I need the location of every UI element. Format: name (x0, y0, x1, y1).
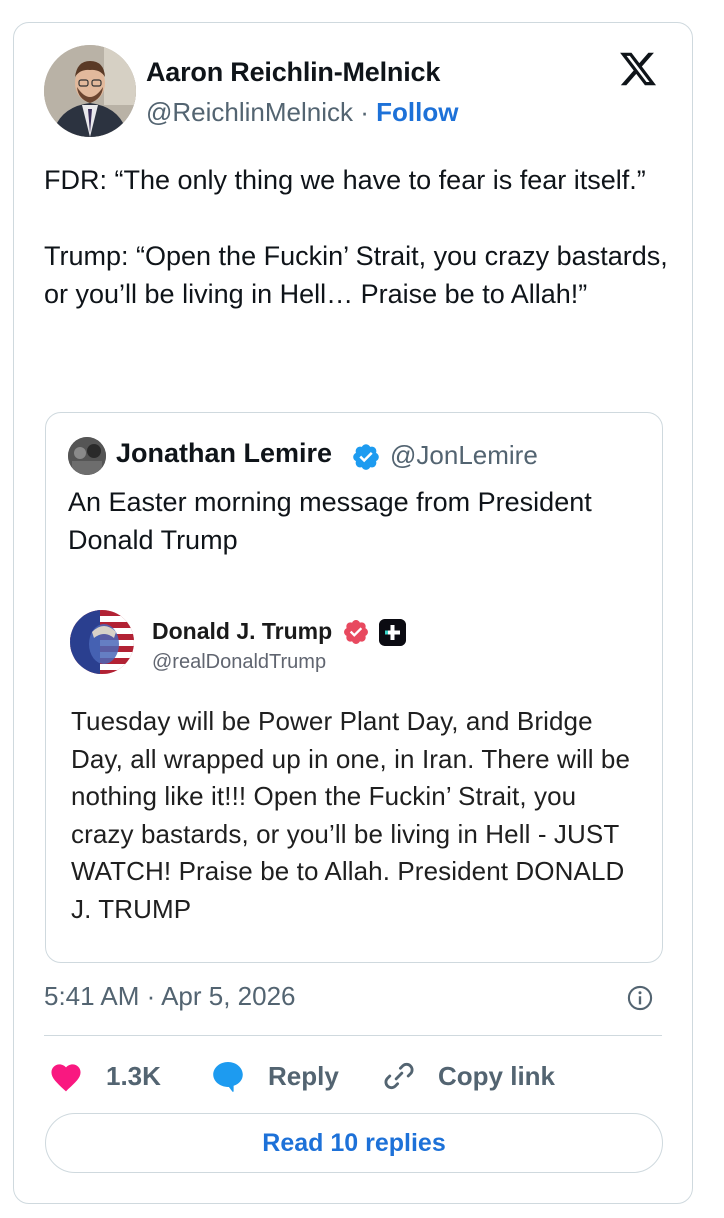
author-handle[interactable]: @ReichlinMelnick (146, 97, 353, 127)
separator-dot: · (360, 97, 369, 127)
reply-bubble-icon (213, 1061, 243, 1092)
verified-badge-icon (353, 444, 379, 470)
copy-link-button[interactable]: Copy link (382, 1059, 555, 1093)
tweet-text: FDR: “The only thing we have to fear is … (44, 165, 668, 309)
verified-badge-icon (344, 620, 368, 644)
quoted-avatar[interactable] (68, 437, 106, 475)
plus-badge-icon (379, 619, 406, 646)
embedded-avatar (70, 610, 134, 674)
heart-icon (51, 1064, 81, 1092)
quoted-text: An Easter morning message from President… (68, 487, 592, 555)
embedded-post-text: Tuesday will be Power Plant Day, and Bri… (71, 706, 631, 924)
embedded-author-handle: @realDonaldTrump (152, 651, 327, 673)
reply-label: Reply (268, 1060, 339, 1091)
author-avatar[interactable] (44, 45, 136, 137)
quoted-author-handle[interactable]: @JonLemire (390, 440, 538, 471)
reply-button[interactable]: Reply (210, 1059, 339, 1093)
like-count: 1.3K (106, 1060, 161, 1091)
author-name[interactable]: Aaron Reichlin-Melnick (146, 57, 440, 88)
tweet-card: Aaron Reichlin-Melnick @ReichlinMelnick … (13, 22, 693, 1204)
follow-button[interactable]: Follow (376, 97, 458, 127)
quoted-tweet[interactable]: Jonathan Lemire @JonLemire An Easter mor… (45, 412, 663, 963)
like-button[interactable]: 1.3K (48, 1059, 161, 1093)
info-icon[interactable] (626, 984, 654, 1012)
read-replies-button[interactable]: Read 10 replies (45, 1113, 663, 1173)
quoted-author-name[interactable]: Jonathan Lemire (116, 438, 332, 469)
x-logo-icon[interactable] (616, 49, 660, 89)
copy-link-label: Copy link (438, 1060, 556, 1091)
author-handle-row: @ReichlinMelnick · Follow (146, 97, 458, 128)
embedded-author-name: Donald J. Trump (152, 618, 333, 644)
link-icon (384, 1062, 414, 1090)
tweet-timestamp[interactable]: 5:41 AM · Apr 5, 2026 (44, 981, 296, 1012)
divider (44, 1035, 662, 1036)
